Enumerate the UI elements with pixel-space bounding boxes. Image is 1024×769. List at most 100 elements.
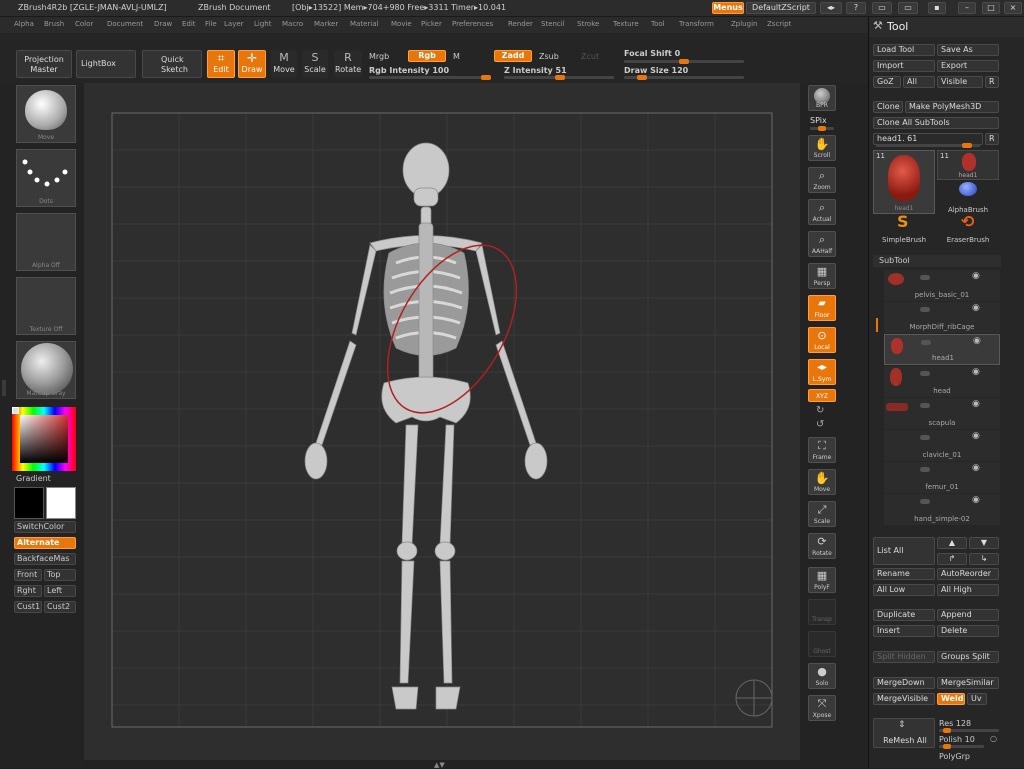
import-button[interactable]: Import — [873, 60, 935, 72]
subtool-item[interactable]: ◉ femur_01 — [884, 462, 1000, 493]
lightbox-button[interactable]: LightBox — [76, 50, 136, 78]
subtool-item-selected[interactable]: ◉ head1 — [884, 334, 1000, 365]
tool-head1-slot[interactable]: 11 head1 — [937, 150, 999, 180]
arrow-down-right-icon[interactable]: ↳ — [969, 553, 999, 565]
polish-slider[interactable] — [939, 744, 984, 749]
frame-button[interactable]: ⛶ Frame — [808, 437, 836, 463]
menu-document[interactable]: Document — [107, 20, 143, 28]
switchcolor-button[interactable]: SwitchColor — [14, 521, 76, 533]
menu-color[interactable]: Color — [75, 20, 93, 28]
duplicate-button[interactable]: Duplicate — [873, 609, 935, 621]
left-tray-handle[interactable] — [2, 380, 6, 396]
scale-view-button[interactable]: ⤢ Scale — [808, 501, 836, 527]
ghost-button[interactable]: Ghost — [808, 631, 836, 657]
visibility-eye-icon[interactable]: ◉ — [972, 367, 980, 377]
spix-handle[interactable] — [818, 126, 826, 131]
remesh-all-button[interactable]: ⇕ ReMesh All — [873, 718, 935, 748]
tool-palette-header[interactable]: ⚒ Tool — [869, 17, 1024, 37]
menu-zplugin[interactable]: Zplugin — [731, 20, 757, 28]
rotate-view-button[interactable]: ⟳ Rotate — [808, 533, 836, 559]
actual-button[interactable]: ⌕ Actual — [808, 199, 836, 225]
zsub-button[interactable]: Zsub — [539, 52, 559, 61]
delete-button[interactable]: Delete — [937, 625, 999, 637]
help-button[interactable]: ? — [846, 2, 866, 14]
visibility-eye-icon[interactable]: ◉ — [972, 463, 980, 473]
gradient-label[interactable]: Gradient — [16, 474, 51, 483]
menu-file[interactable]: File — [205, 20, 217, 28]
brush-thumbnail[interactable]: Move — [16, 85, 76, 143]
bottom-tray-handle[interactable]: ▲▼ — [84, 760, 800, 769]
rgb-intensity-handle[interactable] — [481, 75, 491, 80]
menu-layer[interactable]: Layer — [224, 20, 244, 28]
rename-button[interactable]: Rename — [873, 568, 935, 580]
tool-r-button[interactable]: R — [985, 133, 999, 145]
subtool-item[interactable]: ◉ head — [884, 366, 1000, 397]
projection-master-button[interactable]: Projection Master — [16, 50, 72, 78]
mergesimilar-button[interactable]: MergeSimilar — [937, 677, 999, 689]
move-view-button[interactable]: ✋ Move — [808, 469, 836, 495]
visibility-eye-icon[interactable]: ◉ — [972, 271, 980, 281]
scale-button[interactable]: S Scale — [302, 50, 328, 78]
z-intensity-handle[interactable] — [555, 75, 565, 80]
save-as-button[interactable]: Save As — [937, 44, 999, 56]
load-tool-button[interactable]: Load Tool — [873, 44, 935, 56]
make-polymesh-button[interactable]: Make PolyMesh3D — [905, 101, 999, 113]
visibility-eye-icon[interactable]: ◉ — [973, 336, 981, 346]
alpha-thumbnail[interactable]: Alpha Off — [16, 213, 76, 271]
visibility-eye-icon[interactable]: ◉ — [972, 399, 980, 409]
subtool-item[interactable]: ◉ hand_simple-02 — [884, 494, 1000, 525]
arrows-button[interactable]: ◂▸ — [820, 2, 842, 14]
polyf-button[interactable]: ▦ PolyF — [808, 567, 836, 593]
main-color-swatch[interactable] — [46, 487, 76, 519]
menu-marker[interactable]: Marker — [314, 20, 338, 28]
mergedown-button[interactable]: MergeDown — [873, 677, 935, 689]
layout-right-button[interactable]: ▭ — [898, 2, 918, 14]
maximize-button[interactable]: □ — [982, 2, 1000, 14]
rgb-intensity-slider[interactable] — [369, 75, 491, 80]
all-low-button[interactable]: All Low — [873, 584, 935, 596]
z-intensity-slider[interactable] — [504, 75, 614, 80]
menu-texture[interactable]: Texture — [613, 20, 639, 28]
menu-zscript[interactable]: Zscript — [767, 20, 791, 28]
current-tool-thumbnail[interactable]: 11 head1 — [873, 150, 935, 214]
zadd-button[interactable]: Zadd — [494, 50, 532, 62]
menu-transform[interactable]: Transform — [679, 20, 714, 28]
subtool-header[interactable]: SubTool — [873, 255, 1001, 267]
menu-stencil[interactable]: Stencil — [541, 20, 565, 28]
minimize-button[interactable]: – — [958, 2, 976, 14]
right-view-button[interactable]: Rght — [14, 585, 42, 597]
rotate-z-icon[interactable]: ↺ — [816, 419, 824, 430]
eraserbrush-slot[interactable]: ⟲ EraserBrush — [937, 212, 999, 244]
m-button[interactable]: M — [453, 52, 460, 61]
color-marker[interactable] — [12, 407, 19, 414]
menu-edit[interactable]: Edit — [182, 20, 196, 28]
color-square[interactable] — [20, 415, 68, 463]
local-button[interactable]: ⊙ Local — [808, 327, 836, 353]
tool-slider[interactable] — [876, 143, 980, 148]
skeleton-model[interactable] — [304, 142, 548, 710]
menu-movie[interactable]: Movie — [391, 20, 412, 28]
visibility-eye-icon[interactable]: ◉ — [972, 303, 980, 313]
subtool-toggle-icon[interactable] — [920, 275, 930, 280]
menu-light[interactable]: Light — [254, 20, 271, 28]
default-zscript-button[interactable]: DefaultZScript — [746, 2, 816, 14]
menus-button[interactable]: Menus — [712, 2, 744, 14]
zcut-button[interactable]: Zcut — [581, 52, 599, 61]
subtool-item[interactable]: ◉ clavicle_01 — [884, 430, 1000, 461]
persp-button[interactable]: ▦ Persp — [808, 263, 836, 289]
alphabrush-slot[interactable]: AlphaBrush — [937, 182, 999, 214]
tool-slider-handle[interactable] — [962, 143, 972, 148]
canvas-viewport[interactable] — [84, 83, 800, 760]
autoreorder-button[interactable]: AutoReorder — [937, 568, 999, 580]
all-high-button[interactable]: All High — [937, 584, 999, 596]
list-all-button[interactable]: List All — [873, 537, 935, 565]
transp-button[interactable]: Transp — [808, 599, 836, 625]
goz-r-button[interactable]: R — [985, 76, 999, 88]
move-up-arrow-icon[interactable]: ▲ — [937, 537, 967, 549]
export-button[interactable]: Export — [937, 60, 999, 72]
insert-button[interactable]: Insert — [873, 625, 935, 637]
floor-button[interactable]: ▰ Floor — [808, 295, 836, 321]
focal-shift-handle[interactable] — [679, 59, 689, 64]
menu-render[interactable]: Render — [508, 20, 533, 28]
rgb-button[interactable]: Rgb — [408, 50, 446, 62]
